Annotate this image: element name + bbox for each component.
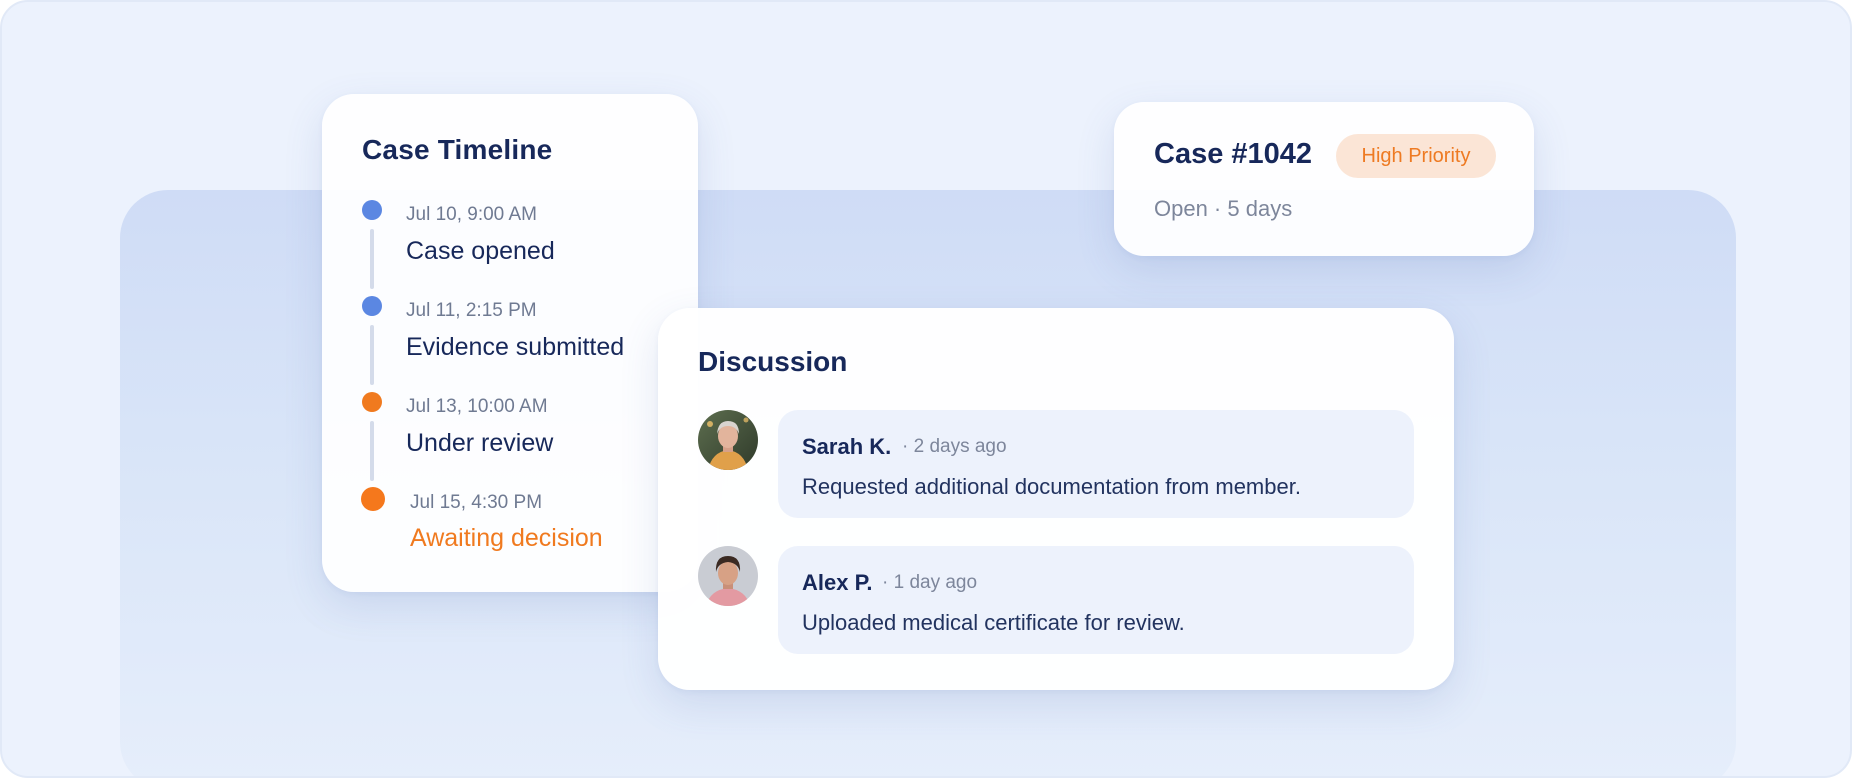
avatar-sarah-image <box>698 410 758 470</box>
discussion-title: Discussion <box>698 346 848 377</box>
avatar[interactable] <box>698 546 758 606</box>
timeline-title: Case Timeline <box>362 134 553 165</box>
comment-bubble: Sarah K. · 2 days ago Requested addition… <box>778 410 1414 518</box>
timeline-dot <box>362 296 382 316</box>
timeline-event-label: Case opened <box>406 237 555 265</box>
timeline-dot-current <box>361 487 385 511</box>
timeline-event-label: Evidence submitted <box>406 333 625 361</box>
timeline-connector <box>370 421 374 481</box>
comment-time: · 1 day ago <box>882 572 978 593</box>
case-title: Case #1042 <box>1154 138 1313 170</box>
avatar[interactable] <box>698 410 758 470</box>
case-status: Open · 5 days <box>1154 196 1293 221</box>
avatar-alex-image <box>698 546 758 606</box>
case-timeline-card: Case Timeline Jul 10, 9:00 AM Case opene… <box>322 94 698 592</box>
comment-message: Uploaded medical certificate for review. <box>802 610 1185 635</box>
timeline-event-time: Jul 15, 4:30 PM <box>410 492 543 513</box>
timeline-dot <box>362 200 382 220</box>
comment-message: Requested additional documentation from … <box>802 474 1301 499</box>
timeline-event-time: Jul 13, 10:00 AM <box>406 396 548 417</box>
comment-author: Sarah K. <box>802 434 892 459</box>
discussion-card: Discussion Sarah K. · 2 days ago Request… <box>658 308 1454 690</box>
timeline-event-label-current: Awaiting decision <box>410 524 603 552</box>
comment-author: Alex P. <box>802 570 873 595</box>
app-frame: Case Timeline Jul 10, 9:00 AM Case opene… <box>0 0 1852 778</box>
timeline-event-time: Jul 10, 9:00 AM <box>406 204 537 225</box>
timeline-connector <box>370 229 374 289</box>
timeline-dot <box>362 392 382 412</box>
timeline-connector <box>370 325 374 385</box>
timeline-event-label: Under review <box>406 429 554 457</box>
priority-badge: High Priority <box>1336 134 1496 178</box>
comment-bubble: Alex P. · 1 day ago Uploaded medical cer… <box>778 546 1414 654</box>
timeline-event-time: Jul 11, 2:15 PM <box>406 300 537 321</box>
case-summary-card: Case #1042 High Priority Open · 5 days <box>1114 102 1534 256</box>
comment-time: · 2 days ago <box>902 436 1007 457</box>
